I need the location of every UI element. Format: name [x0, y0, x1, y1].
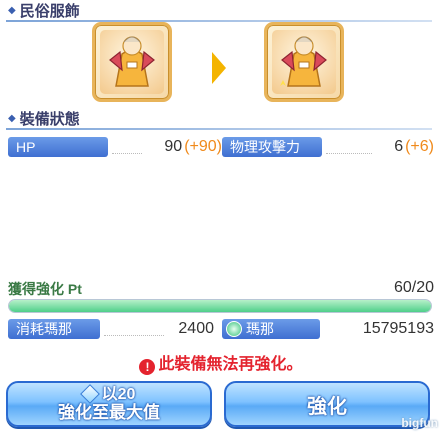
dotted-leader	[112, 153, 142, 154]
pt-label: 獲得強化 Pt	[8, 281, 82, 297]
mana-cost-row: 消耗瑪那 2400	[8, 318, 214, 340]
mana-owned-label: 瑪那	[222, 319, 320, 339]
enhance-max-label: 強化至最大值	[58, 402, 160, 422]
pt-value: 60/20	[393, 279, 434, 296]
diamond-icon: ◆	[8, 4, 16, 16]
warning-text: 此裝備無法再強化。	[158, 356, 303, 373]
equipment-after-icon[interactable]	[264, 22, 344, 102]
mana-cost-value: 2400	[178, 320, 214, 337]
arrow-right-icon	[212, 52, 226, 84]
max-badge-row: 以20	[79, 384, 136, 404]
enhance-button[interactable]: 強化	[224, 381, 430, 427]
mana-owned-text: 瑪那	[246, 321, 274, 337]
mana-owned-value: 15795193	[362, 320, 434, 337]
mana-owned-row: 瑪那 15795193	[222, 318, 434, 340]
hp-bonus: (+90)	[184, 138, 222, 155]
status-section-title: ◆ 裝備狀態	[0, 108, 442, 130]
watermark: bigfun	[401, 416, 438, 430]
enhance-max-button[interactable]: 以20 強化至最大值	[6, 381, 212, 427]
mana-cost-label: 消耗瑪那	[8, 319, 100, 339]
gem-icon	[79, 384, 100, 404]
enhance-pt-bar	[8, 299, 432, 313]
enhance-pt-bar-fill	[9, 300, 431, 312]
max-badge-text: 以20	[101, 385, 136, 403]
atk-stat-row: 物理攻擊力 6 (+6)	[222, 136, 434, 158]
max-enhance-warning: ! 此裝備無法再強化。	[0, 350, 442, 375]
mana-icon	[226, 321, 242, 337]
enhance-label: 強化	[307, 395, 347, 418]
costume-title-text: 民俗服飾	[19, 2, 80, 20]
atk-bonus: (+6)	[405, 138, 434, 155]
hp-label: HP	[8, 137, 108, 157]
title-underline	[6, 128, 432, 130]
atk-label: 物理攻擊力	[222, 137, 322, 157]
equipment-before-icon[interactable]	[92, 22, 172, 102]
diamond-icon: ◆	[8, 112, 16, 124]
title-underline	[6, 20, 432, 22]
costume-icon	[272, 30, 336, 94]
hp-value: 90	[164, 138, 183, 155]
status-title-text: 裝備狀態	[19, 110, 80, 128]
costume-icon	[100, 30, 164, 94]
atk-value: 6	[394, 138, 404, 155]
costume-section-title: ◆ 民俗服飾	[0, 0, 442, 22]
dotted-leader	[104, 335, 164, 336]
dotted-leader	[326, 153, 372, 154]
exclamation-icon: !	[139, 359, 156, 375]
hp-stat-row: HP 90 (+90)	[8, 136, 222, 158]
